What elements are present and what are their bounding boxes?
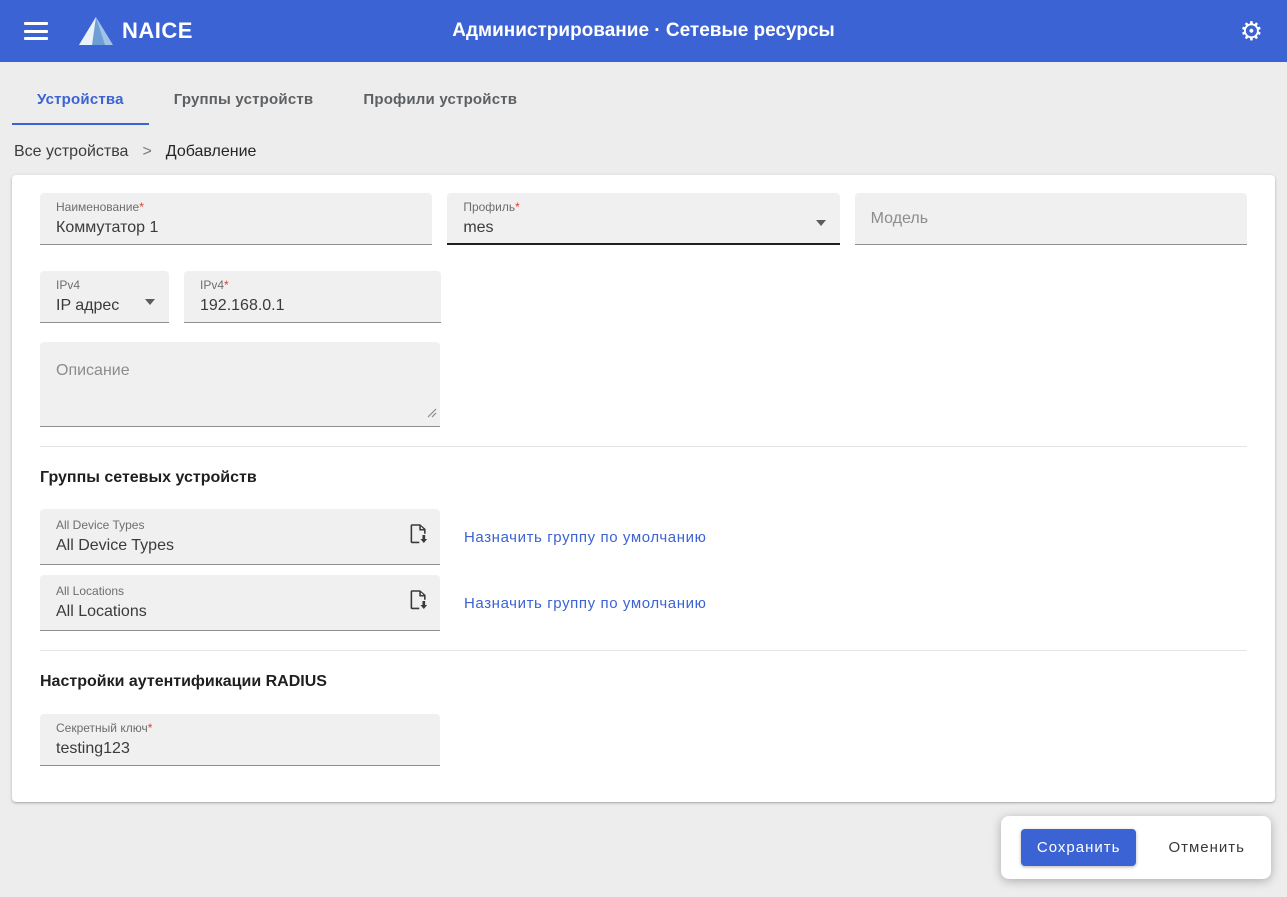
section-divider <box>40 446 1247 447</box>
resize-handle-icon[interactable] <box>427 405 437 423</box>
secret-key-input[interactable] <box>56 737 424 761</box>
profile-select-value: mes <box>463 219 494 236</box>
ip-type-select[interactable]: IPv4 IP адрес <box>40 271 169 323</box>
assign-default-link[interactable]: Назначить группу по умолчанию <box>464 595 706 612</box>
assign-default-link[interactable]: Назначить группу по умолчанию <box>464 529 706 546</box>
locations-group-label: All Locations <box>56 584 125 598</box>
page-title: Администрирование · Сетевые ресурсы <box>452 20 835 41</box>
brand-name: NAICE <box>122 18 193 43</box>
secret-key-field[interactable]: Секретный ключ* <box>40 714 440 766</box>
chevron-down-icon <box>815 220 826 226</box>
radius-heading: Настройки аутентификации RADIUS <box>40 673 327 690</box>
device-types-group-label: All Device Types <box>56 518 145 532</box>
chevron-down-icon <box>145 299 155 305</box>
tab-devices[interactable]: Устройства <box>12 77 149 125</box>
group-row-device-types: All Device Types All Device Types Назнач… <box>40 509 1247 565</box>
ip-field-label: IPv4* <box>200 278 229 292</box>
section-divider <box>40 650 1247 651</box>
tab-device-profiles[interactable]: Профили устройств <box>338 77 542 125</box>
document-assign-icon[interactable] <box>409 589 428 616</box>
name-field-label: Наименование* <box>56 200 144 214</box>
actions-bar: Сохранить Отменить <box>1000 816 1271 879</box>
name-input[interactable] <box>56 216 417 240</box>
menu-icon[interactable] <box>24 22 48 40</box>
locations-group-field[interactable]: All Locations All Locations <box>40 575 440 631</box>
required-asterisk: * <box>224 278 229 292</box>
required-asterisk: * <box>139 200 144 214</box>
device-form-card: Наименование* Профиль* mes IPv4 IP адрес… <box>12 175 1275 802</box>
cancel-button[interactable]: Отменить <box>1162 829 1251 866</box>
required-asterisk: * <box>147 721 153 735</box>
breadcrumb-separator: > <box>142 143 152 160</box>
profile-select-label: Профиль* <box>463 200 520 214</box>
ip-field[interactable]: IPv4* <box>184 271 441 323</box>
naice-logo-icon <box>78 16 114 46</box>
locations-group-value: All Locations <box>56 603 147 620</box>
breadcrumb-current: Добавление <box>165 143 257 160</box>
form-row-ip: IPv4 IP адрес IPv4* <box>40 271 1247 323</box>
tabs: Устройства Группы устройств Профили устр… <box>12 77 1287 125</box>
tab-device-groups[interactable]: Группы устройств <box>149 77 339 125</box>
ip-input[interactable] <box>200 294 425 318</box>
breadcrumb-parent-link[interactable]: Все устройства <box>14 143 128 161</box>
gear-icon[interactable]: ⚙ <box>1240 18 1263 44</box>
group-row-locations: All Locations All Locations Назначить гр… <box>40 575 1247 631</box>
ip-type-select-value: IP адрес <box>56 297 120 314</box>
description-textarea[interactable] <box>40 342 440 426</box>
save-button[interactable]: Сохранить <box>1020 829 1137 866</box>
brand: NAICE <box>78 16 193 46</box>
name-field[interactable]: Наименование* <box>40 193 433 245</box>
device-types-group-value: All Device Types <box>56 537 174 554</box>
required-asterisk: * <box>515 200 520 214</box>
app-bar: NAICE Администрирование · Сетевые ресурс… <box>0 0 1287 62</box>
document-assign-icon[interactable] <box>409 523 428 550</box>
ip-type-select-label: IPv4 <box>56 278 81 292</box>
groups-heading: Группы сетевых устройств <box>40 469 257 486</box>
form-row-main: Наименование* Профиль* mes <box>40 193 1247 245</box>
description-field[interactable] <box>40 342 440 427</box>
secret-key-label: Секретный ключ* <box>56 721 153 735</box>
profile-select[interactable]: Профиль* mes <box>447 193 840 245</box>
model-input[interactable] <box>870 207 1231 231</box>
device-types-group-field[interactable]: All Device Types All Device Types <box>40 509 440 565</box>
breadcrumb: Все устройства > Добавление <box>14 143 1287 161</box>
model-field[interactable] <box>854 193 1247 245</box>
